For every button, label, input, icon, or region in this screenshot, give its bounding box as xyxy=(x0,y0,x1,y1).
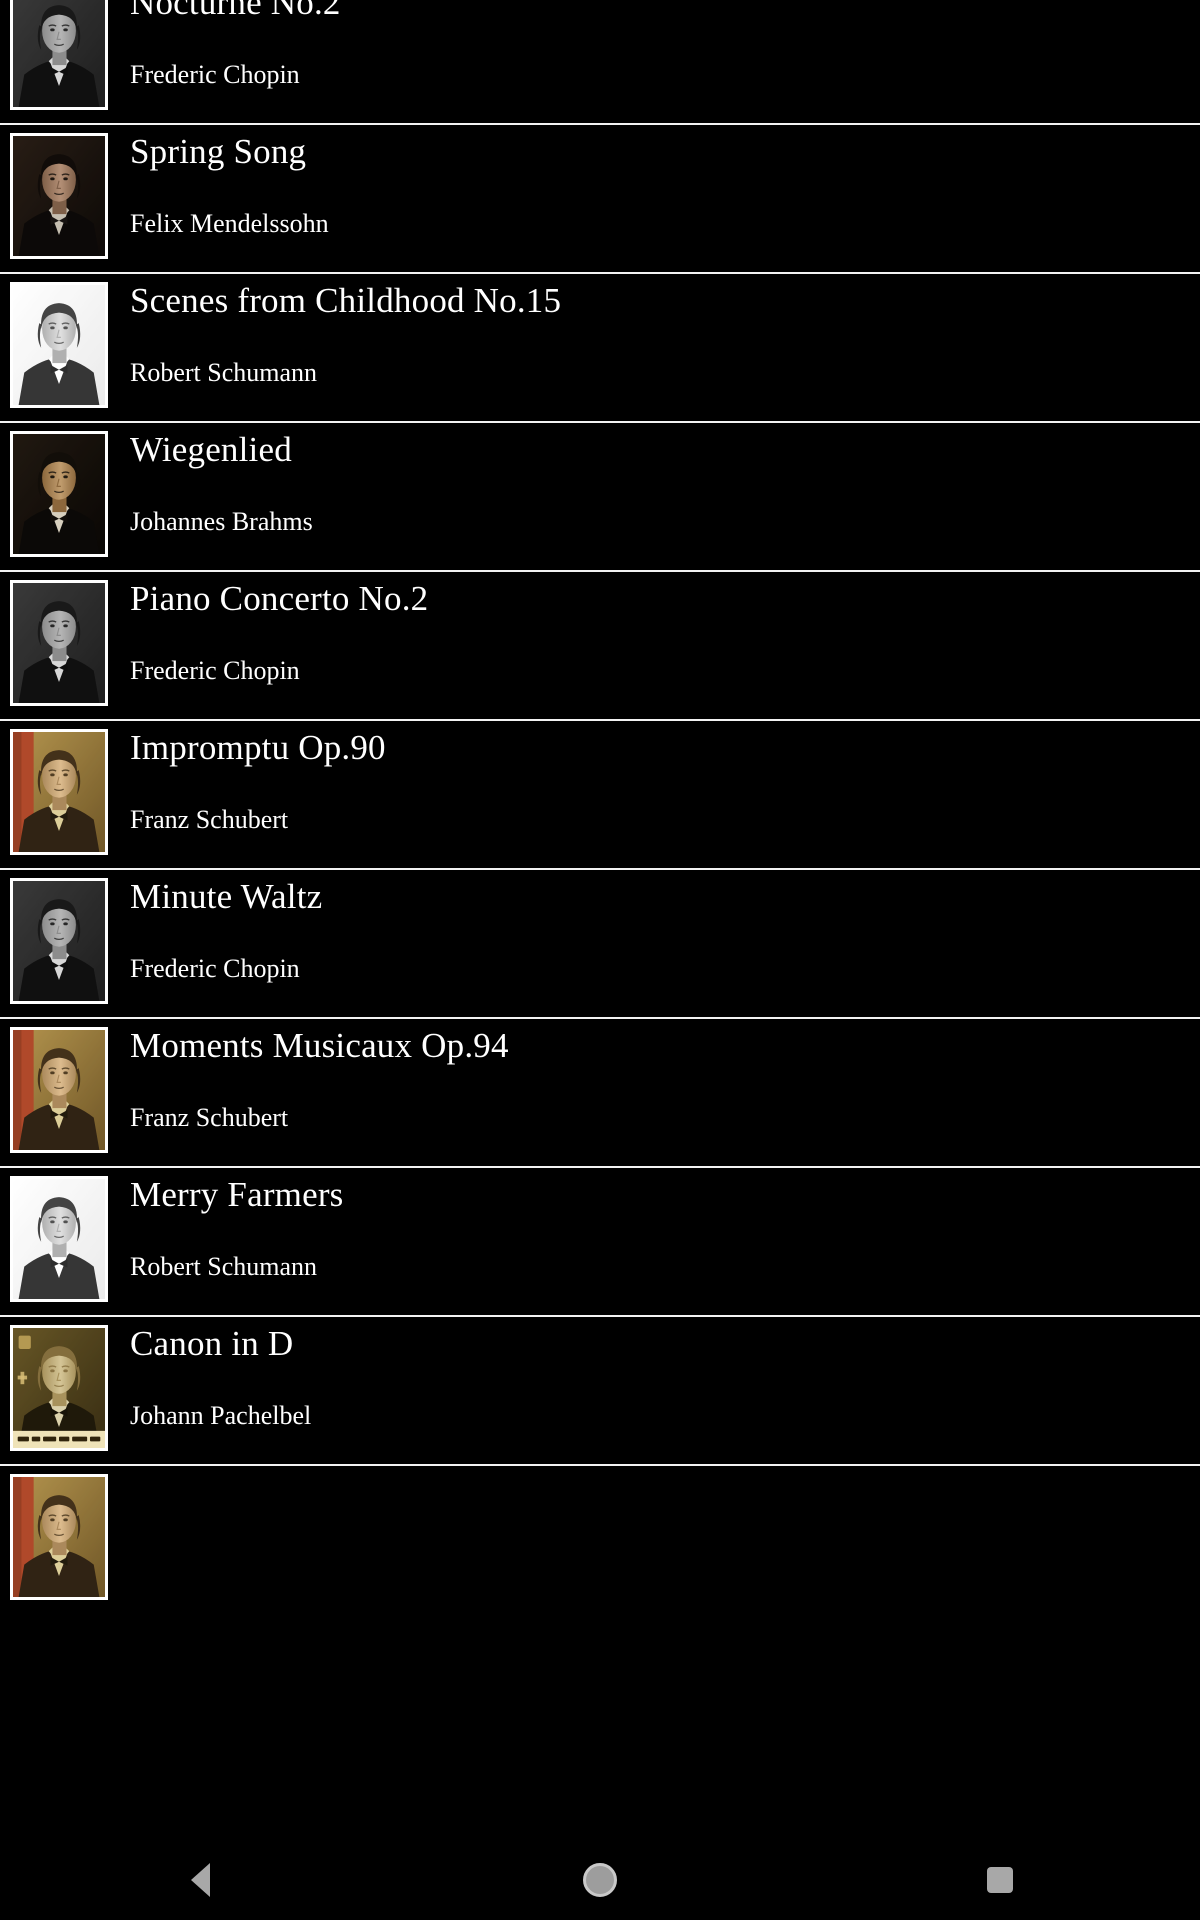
song-artist: Franz Schubert xyxy=(130,1103,289,1132)
song-artist: Franz Schubert xyxy=(130,805,289,834)
composer-thumbnail-wrapper xyxy=(0,1317,118,1451)
composer-thumbnail-wrapper xyxy=(0,1466,118,1600)
nav-back-button[interactable] xyxy=(0,1840,400,1920)
composer-portrait-chopin-icon xyxy=(10,878,108,1004)
song-list-item[interactable]: Minute Waltz Frederic Chopin xyxy=(0,870,1200,1019)
song-list-item[interactable]: Canon in D Johann Pachelbel xyxy=(0,1317,1200,1466)
song-artist: Robert Schumann xyxy=(130,1252,318,1281)
app-root: Nocturne No.2 Frederic Chopin Spring Song… xyxy=(0,0,1200,1920)
composer-thumbnail-wrapper xyxy=(0,572,118,706)
composer-thumbnail-wrapper xyxy=(0,125,118,259)
song-title: Minute Waltz xyxy=(130,877,323,916)
song-meta: Impromptu Op.90 Franz Schubert xyxy=(118,721,1200,870)
song-artist: Robert Schumann xyxy=(130,358,318,387)
song-meta: Canon in D Johann Pachelbel xyxy=(118,1317,1200,1466)
android-navigation-bar xyxy=(0,1840,1200,1920)
composer-portrait-schubert-icon xyxy=(10,1027,108,1153)
composer-thumbnail-wrapper xyxy=(0,1168,118,1302)
song-artist: Johannes Brahms xyxy=(130,507,313,536)
composer-portrait-schubert-icon xyxy=(10,729,108,855)
song-artist: Felix Mendelssohn xyxy=(130,209,329,238)
song-list-item[interactable]: Scenes from Childhood No.15 Robert Schuma… xyxy=(0,274,1200,423)
song-title: Moments Musicaux Op.94 xyxy=(130,1026,509,1065)
song-title: Nocturne No.2 xyxy=(130,0,341,22)
song-list-item[interactable]: Merry Farmers Robert Schumann xyxy=(0,1168,1200,1317)
song-title: Piano Concerto No.2 xyxy=(130,579,429,618)
back-triangle-icon xyxy=(190,1863,210,1897)
song-meta: Minute Waltz Frederic Chopin xyxy=(118,870,1200,1019)
song-artist: Johann Pachelbel xyxy=(130,1401,312,1430)
composer-portrait-schumann-icon xyxy=(10,1176,108,1302)
composer-portrait-brahms-icon xyxy=(10,431,108,557)
composer-thumbnail-wrapper xyxy=(0,423,118,557)
song-list-item[interactable]: Spring Song Felix Mendelssohn xyxy=(0,125,1200,274)
nav-home-button[interactable] xyxy=(400,1840,800,1920)
song-meta xyxy=(118,1466,1200,1615)
song-list-item[interactable]: Wiegenlied Johannes Brahms xyxy=(0,423,1200,572)
song-list-item[interactable] xyxy=(0,1466,1200,1615)
song-meta: Wiegenlied Johannes Brahms xyxy=(118,423,1200,572)
composer-portrait-chopin-icon xyxy=(10,580,108,706)
song-title: Impromptu Op.90 xyxy=(130,728,386,767)
song-artist: Frederic Chopin xyxy=(130,954,300,983)
composer-thumbnail-wrapper xyxy=(0,870,118,1004)
composer-portrait-chopin-icon xyxy=(10,0,108,110)
composer-portrait-schubert-icon xyxy=(10,1474,108,1600)
song-list-item[interactable]: Nocturne No.2 Frederic Chopin xyxy=(0,0,1200,125)
song-list[interactable]: Nocturne No.2 Frederic Chopin Spring Song… xyxy=(0,0,1200,1840)
composer-thumbnail-wrapper xyxy=(0,274,118,408)
composer-portrait-mendelssohn-icon xyxy=(10,133,108,259)
song-title: Canon in D xyxy=(130,1324,294,1363)
song-artist: Frederic Chopin xyxy=(130,656,300,685)
song-title: Merry Farmers xyxy=(130,1175,344,1214)
song-list-item[interactable]: Impromptu Op.90 Franz Schubert xyxy=(0,721,1200,870)
song-meta: Piano Concerto No.2 Frederic Chopin xyxy=(118,572,1200,721)
nav-recents-button[interactable] xyxy=(800,1840,1200,1920)
song-meta: Merry Farmers Robert Schumann xyxy=(118,1168,1200,1317)
composer-thumbnail-wrapper xyxy=(0,1019,118,1153)
song-meta: Nocturne No.2 Frederic Chopin xyxy=(118,0,1200,125)
composer-thumbnail-wrapper xyxy=(0,0,118,110)
composer-portrait-schumann-icon xyxy=(10,282,108,408)
song-meta: Moments Musicaux Op.94 Franz Schubert xyxy=(118,1019,1200,1168)
song-list-item[interactable]: Moments Musicaux Op.94 Franz Schubert xyxy=(0,1019,1200,1168)
song-meta: Spring Song Felix Mendelssohn xyxy=(118,125,1200,274)
home-circle-icon xyxy=(583,1863,617,1897)
song-title: Scenes from Childhood No.15 xyxy=(130,281,562,320)
song-meta: Scenes from Childhood No.15 Robert Schuma… xyxy=(118,274,1200,423)
composer-portrait-pachelbel-icon xyxy=(10,1325,108,1451)
song-title: Spring Song xyxy=(130,132,307,171)
song-title: Wiegenlied xyxy=(130,430,292,469)
composer-thumbnail-wrapper xyxy=(0,721,118,855)
song-list-item[interactable]: Piano Concerto No.2 Frederic Chopin xyxy=(0,572,1200,721)
song-artist: Frederic Chopin xyxy=(130,60,300,89)
recents-square-icon xyxy=(987,1867,1013,1893)
